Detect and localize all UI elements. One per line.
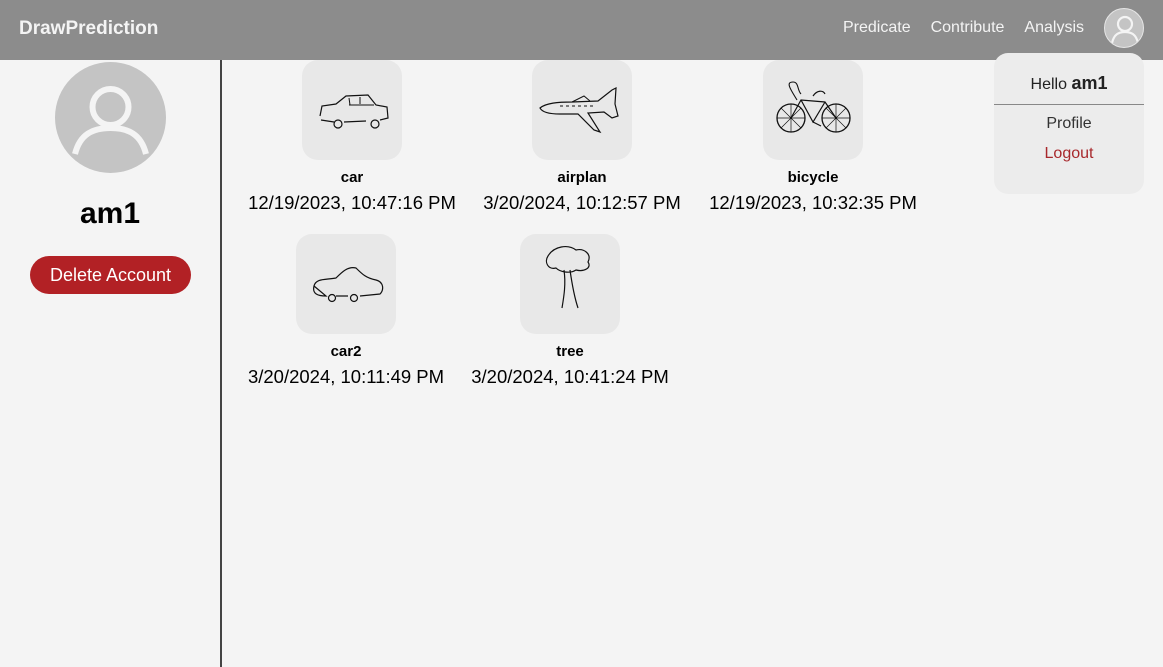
dropdown-logout-link[interactable]: Logout (994, 145, 1144, 163)
nav-link-analysis[interactable]: Analysis (1024, 19, 1084, 37)
drawing-thumbnail-bicycle[interactable] (763, 60, 863, 160)
drawing-name: car (340, 169, 364, 186)
drawing-thumbnail-car2[interactable] (296, 234, 396, 334)
nav-link-contribute[interactable]: Contribute (931, 19, 1005, 37)
nav-links: Predicate Contribute Analysis (843, 19, 1084, 37)
drawing-date: 3/20/2024, 10:11:49 PM (247, 366, 445, 387)
drawing-name: bicycle (787, 169, 839, 186)
dropdown-profile-link[interactable]: Profile (994, 115, 1144, 133)
greeting-username: am1 (1071, 73, 1108, 93)
brand-logo[interactable]: DrawPrediction (19, 18, 158, 40)
drawing-date: 3/20/2024, 10:12:57 PM (483, 192, 681, 213)
drawing-thumbnail-car[interactable] (302, 60, 402, 160)
drawing-thumbnail-tree[interactable] (520, 234, 620, 334)
profile-username: am1 (79, 197, 141, 230)
delete-account-button[interactable]: Delete Account (30, 256, 191, 294)
drawing-date: 3/20/2024, 10:41:24 PM (471, 366, 669, 387)
bicycle-sketch-icon (776, 81, 851, 133)
dropdown-greeting: Hello am1 (994, 73, 1144, 94)
dropdown-divider (994, 104, 1144, 105)
profile-sidebar: am1 Delete Account (0, 60, 222, 667)
airplane-sketch-icon (539, 86, 619, 134)
navbar: DrawPrediction Predicate Contribute Anal… (0, 0, 1163, 60)
user-avatar-button[interactable] (1104, 8, 1144, 48)
profile-avatar (55, 62, 166, 173)
user-avatar-icon (72, 86, 149, 155)
user-avatar-icon (1110, 15, 1140, 44)
car-sketch-icon (319, 94, 389, 129)
nav-link-predicate[interactable]: Predicate (843, 19, 911, 37)
drawing-name: tree (556, 343, 584, 360)
user-dropdown-menu: Hello am1 Profile Logout (994, 53, 1144, 194)
drawing-thumbnail-airplan[interactable] (532, 60, 632, 160)
tree-sketch-icon (545, 246, 590, 309)
drawing-date: 12/19/2023, 10:47:16 PM (248, 192, 456, 213)
car-sketch-icon (313, 267, 384, 303)
greeting-text: Hello (1030, 76, 1067, 93)
drawing-name: airplan (557, 169, 607, 186)
drawing-date: 12/19/2023, 10:32:35 PM (709, 192, 917, 213)
drawing-name: car2 (330, 343, 362, 360)
